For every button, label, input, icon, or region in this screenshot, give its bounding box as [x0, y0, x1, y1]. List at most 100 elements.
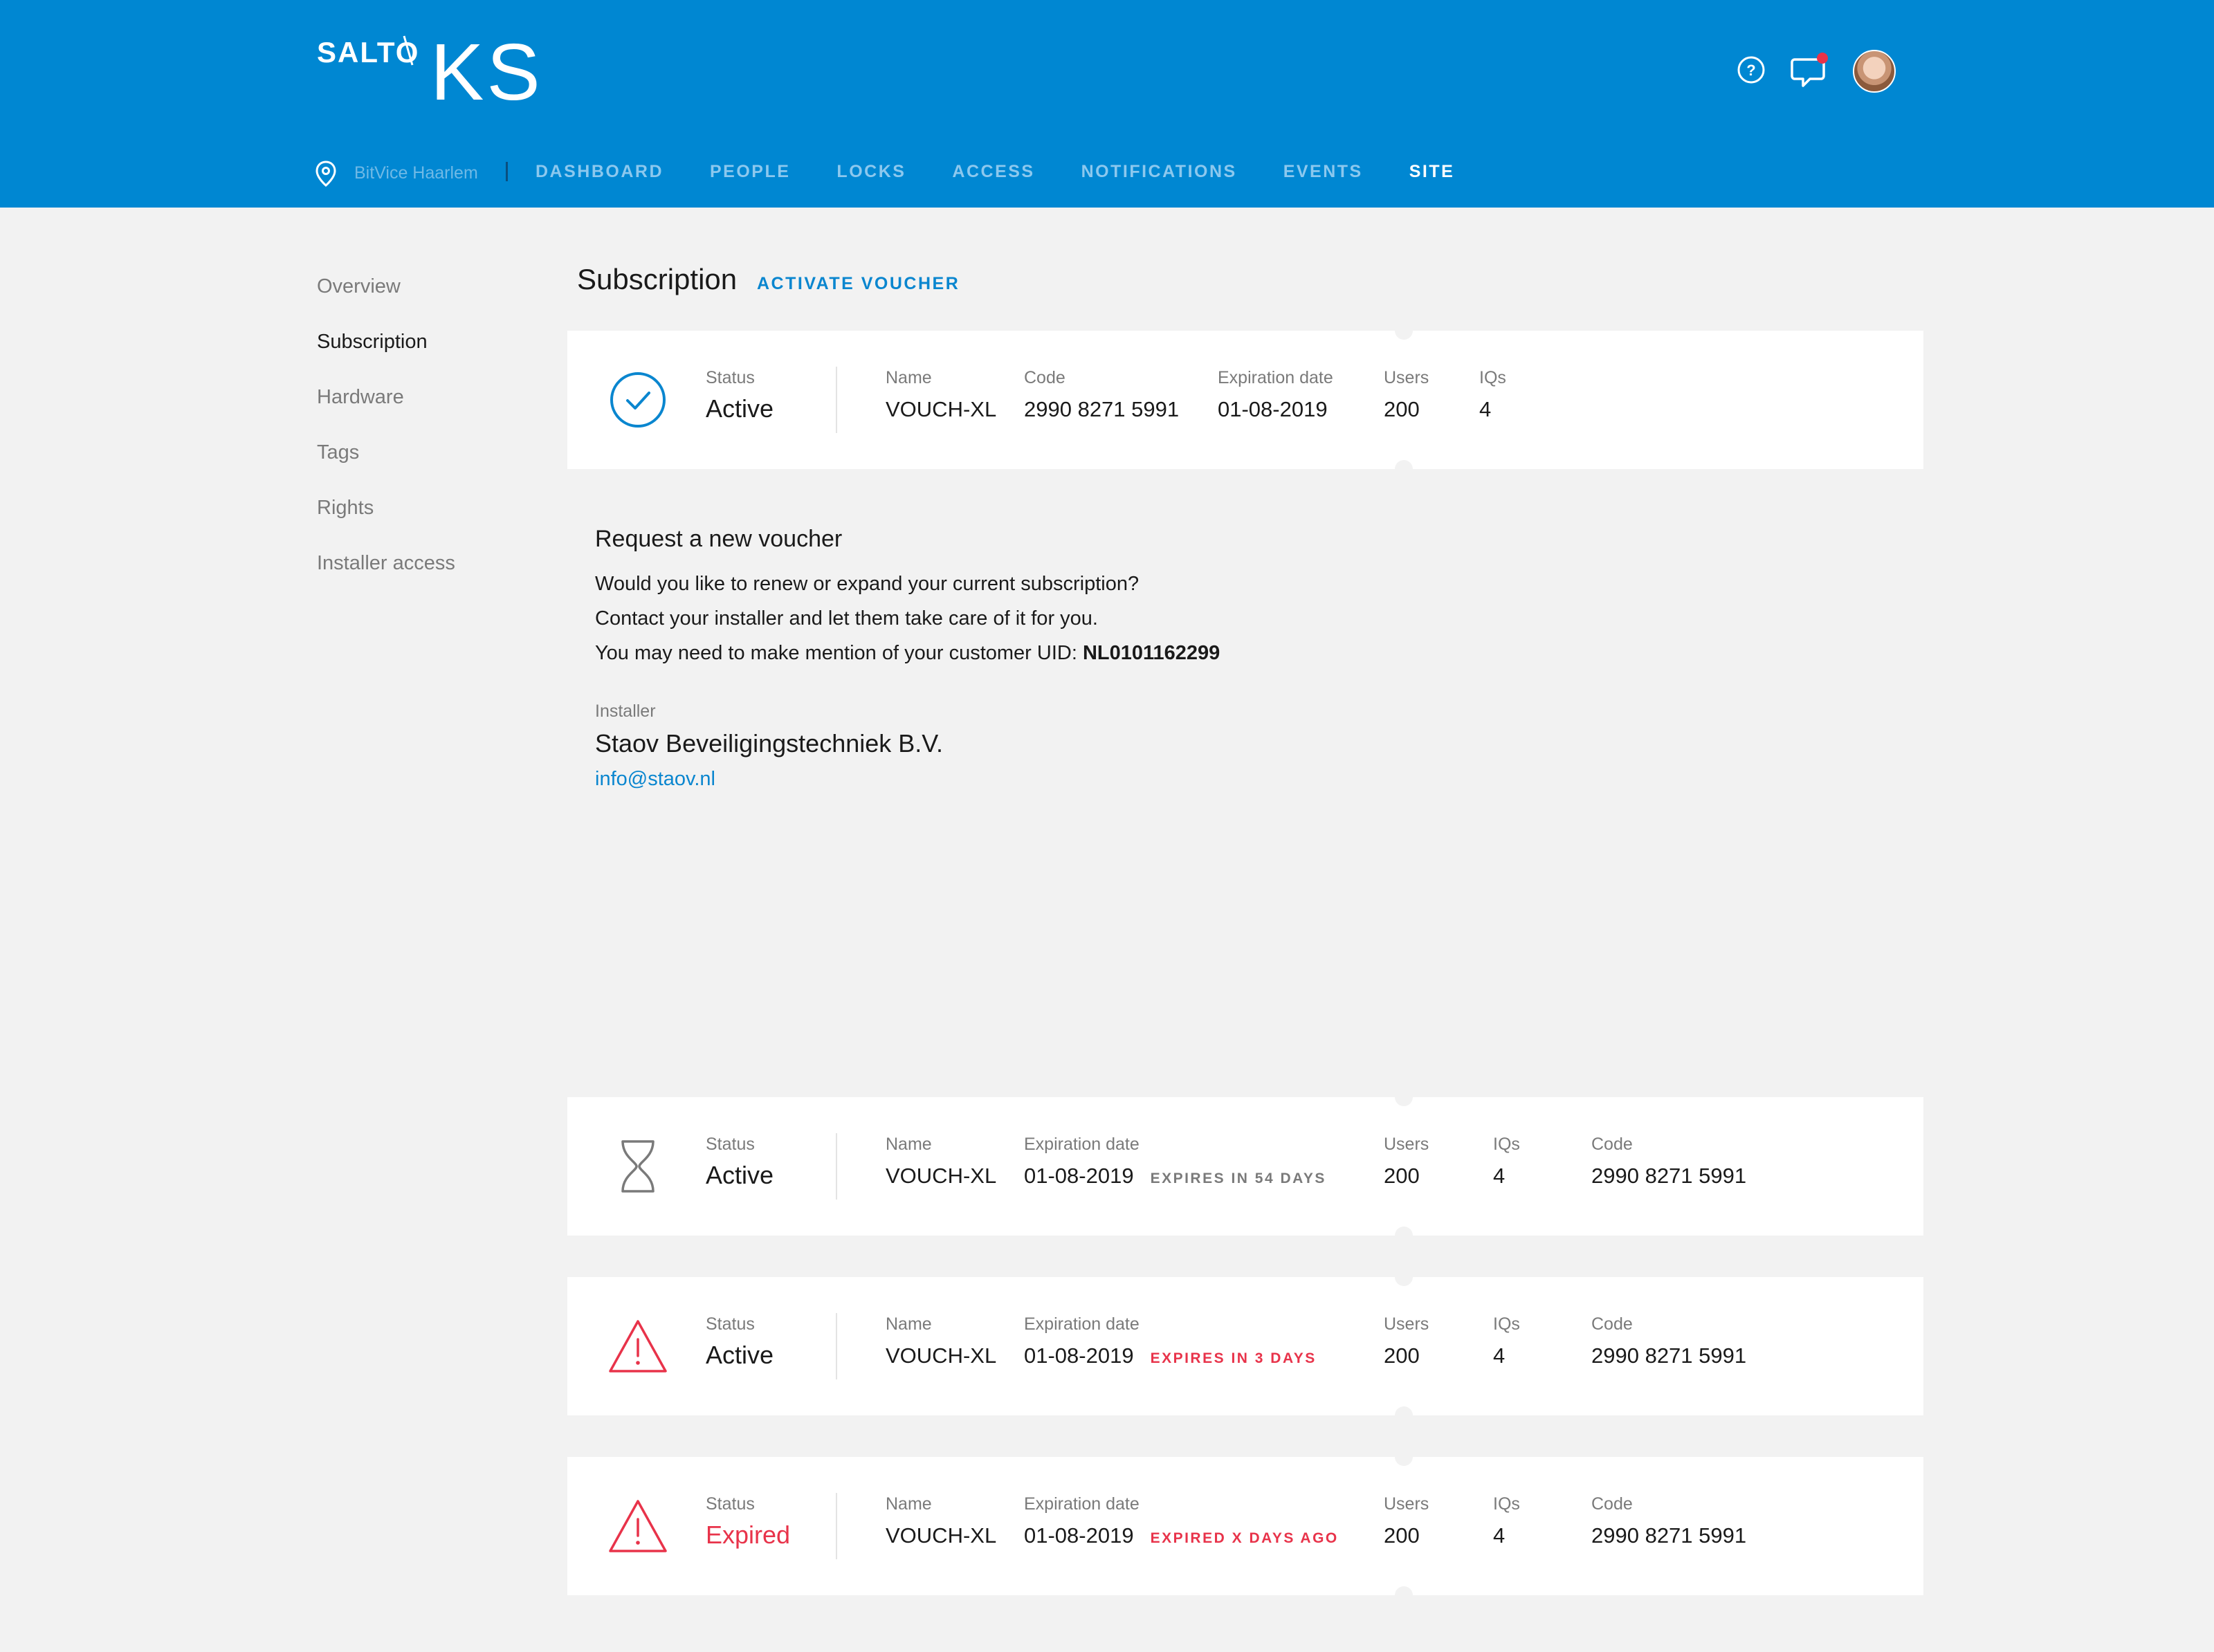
name-field: Name VOUCH-XL	[886, 1314, 996, 1368]
warning-icon	[609, 1320, 667, 1373]
nav-site[interactable]: SITE	[1409, 162, 1455, 182]
expiration-value: 01-08-2019	[1218, 397, 1328, 421]
request-voucher-heading: Request a new voucher	[595, 526, 843, 552]
svg-text:?: ?	[1746, 62, 1755, 79]
expiration-value: 01-08-2019 EXPIRED X DAYS AGO	[1024, 1523, 1339, 1548]
logo-product: KS	[430, 27, 543, 117]
code-label: Code	[1591, 1494, 1633, 1514]
expiry-note: EXPIRED X DAYS AGO	[1150, 1530, 1339, 1546]
name-field: Name VOUCH-XL	[886, 368, 996, 422]
code-value: 2990 8271 5991	[1024, 397, 1180, 421]
iqs-value: 4	[1493, 1523, 1506, 1548]
code-field: Code 2990 8271 5991	[1024, 368, 1179, 422]
iqs-value: 4	[1479, 397, 1492, 421]
chat-icon[interactable]	[1789, 51, 1829, 91]
name-value: VOUCH-XL	[886, 397, 997, 421]
status-value: Expired	[706, 1521, 791, 1549]
code-field: Code 2990 8271 5991	[1591, 1494, 1746, 1548]
iqs-value: 4	[1493, 1343, 1506, 1368]
users-field: Users 200	[1384, 368, 1429, 422]
expiration-date: 01-08-2019	[1024, 1164, 1134, 1188]
name-value: VOUCH-XL	[886, 1343, 997, 1368]
nav-notifications[interactable]: NOTIFICATIONS	[1081, 162, 1237, 182]
users-value: 200	[1384, 1343, 1420, 1368]
iqs-field: IQs 4	[1493, 1494, 1520, 1548]
expiration-label: Expiration date	[1024, 1314, 1140, 1334]
expiration-field: Expiration date 01-08-2019 EXPIRES IN 3 D…	[1024, 1314, 1317, 1368]
nav-dashboard[interactable]: DASHBOARD	[536, 162, 664, 182]
status-field: Status Active	[706, 368, 774, 423]
expiration-value: 01-08-2019 EXPIRES IN 54 DAYS	[1024, 1164, 1326, 1188]
users-value: 200	[1384, 1164, 1420, 1188]
sidebar-item-hardware[interactable]: Hardware	[317, 386, 455, 441]
expiration-value: 01-08-2019 EXPIRES IN 3 DAYS	[1024, 1343, 1317, 1368]
nav-locks[interactable]: LOCKS	[836, 162, 906, 182]
expiry-note: EXPIRES IN 54 DAYS	[1150, 1171, 1326, 1186]
card-notch	[1395, 1406, 1413, 1424]
check-circle-icon	[610, 372, 666, 428]
status-value: Active	[706, 1341, 774, 1369]
card-notch	[1395, 322, 1413, 340]
users-label: Users	[1384, 368, 1429, 387]
iqs-label: IQs	[1493, 1314, 1520, 1334]
card-divider	[836, 1313, 837, 1379]
status-label: Status	[706, 1135, 755, 1154]
hourglass-icon	[621, 1140, 655, 1193]
request-text-line: Would you like to renew or expand your c…	[595, 573, 1140, 595]
sidebar-item-rights[interactable]: Rights	[317, 497, 455, 552]
card-notch	[1395, 1227, 1413, 1245]
iqs-value: 4	[1493, 1164, 1506, 1188]
subscription-card: Status Active Name VOUCH-XL Expiration d…	[567, 1088, 1923, 1245]
name-label: Name	[886, 1314, 932, 1334]
code-value: 2990 8271 5991	[1591, 1523, 1747, 1548]
users-field: Users 200	[1384, 1494, 1429, 1548]
expiration-field: Expiration date 01-08-2019 EXPIRED X DAYS…	[1024, 1494, 1339, 1548]
nav-people[interactable]: PEOPLE	[710, 162, 790, 182]
card-divider	[836, 1493, 837, 1559]
users-value: 200	[1384, 1523, 1420, 1548]
logo-slash	[403, 35, 414, 66]
card-notch	[1395, 460, 1413, 478]
sidebar-item-installer-access[interactable]: Installer access	[317, 552, 455, 607]
users-label: Users	[1384, 1494, 1429, 1514]
users-value: 200	[1384, 397, 1420, 421]
card-divider	[836, 1133, 837, 1200]
card-notch	[1395, 1586, 1413, 1604]
status-label: Status	[706, 1314, 755, 1334]
name-value: VOUCH-XL	[886, 1523, 997, 1548]
warning-icon	[609, 1500, 667, 1552]
nav-access[interactable]: ACCESS	[952, 162, 1034, 182]
installer-label: Installer	[595, 701, 656, 721]
iqs-field: IQs 4	[1479, 368, 1506, 422]
users-field: Users 200	[1384, 1135, 1429, 1188]
sidebar-item-overview[interactable]: Overview	[317, 275, 455, 331]
nav-events[interactable]: EVENTS	[1283, 162, 1363, 182]
code-label: Code	[1024, 368, 1065, 387]
expiration-label: Expiration date	[1218, 368, 1333, 387]
name-field: Name VOUCH-XL	[886, 1135, 996, 1188]
status-value: Active	[706, 1161, 774, 1189]
page-title: Subscription	[577, 263, 738, 295]
sidebar: Overview Subscription Hardware Tags Righ…	[317, 275, 455, 607]
status-field: Status Active	[706, 1314, 774, 1370]
activate-voucher-button[interactable]: ACTIVATE VOUCHER	[757, 274, 960, 294]
avatar[interactable]	[1853, 50, 1896, 93]
help-icon[interactable]: ?	[1737, 55, 1766, 84]
subscription-card: Status Active Name VOUCH-XL Code 2990 82…	[567, 322, 1923, 478]
installer-email-link[interactable]: info@staov.nl	[595, 768, 715, 791]
status-label: Status	[706, 368, 755, 387]
code-field: Code 2990 8271 5991	[1591, 1314, 1746, 1368]
sidebar-item-subscription[interactable]: Subscription	[317, 331, 455, 386]
code-value: 2990 8271 5991	[1591, 1343, 1747, 1368]
expiration-field: Expiration date 01-08-2019	[1218, 368, 1333, 422]
request-text-line: You may need to make mention of your cus…	[595, 642, 1220, 665]
subscription-card: Status Active Name VOUCH-XL Expiration d…	[567, 1268, 1923, 1424]
iqs-field: IQs 4	[1493, 1135, 1520, 1188]
site-selector[interactable]: BitVice Haarlem	[354, 163, 478, 183]
expiration-field: Expiration date 01-08-2019 EXPIRES IN 54 …	[1024, 1135, 1326, 1188]
iqs-label: IQs	[1479, 368, 1506, 387]
users-label: Users	[1384, 1135, 1429, 1154]
sidebar-item-tags[interactable]: Tags	[317, 441, 455, 497]
users-label: Users	[1384, 1314, 1429, 1334]
users-field: Users 200	[1384, 1314, 1429, 1368]
